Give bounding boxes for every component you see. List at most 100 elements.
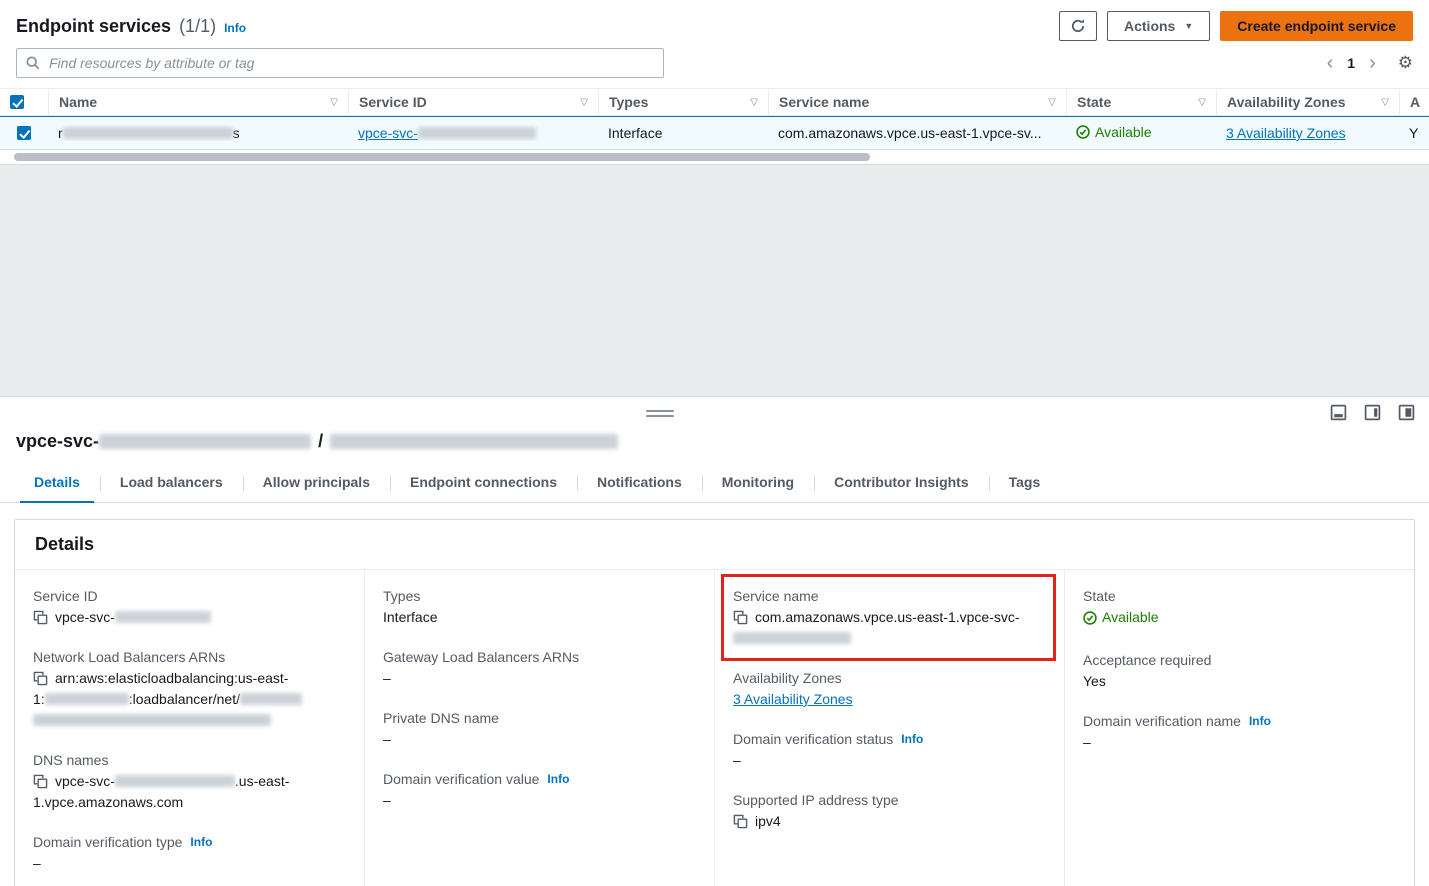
availability-zones-link[interactable]: 3 Availability Zones <box>1226 125 1346 141</box>
page-header: Endpoint services (1/1) Info Actions ▼ C… <box>0 0 1429 46</box>
row-checkbox[interactable] <box>17 126 31 140</box>
tab-allow-principals[interactable]: Allow principals <box>243 464 390 502</box>
actions-dropdown-button[interactable]: Actions ▼ <box>1107 11 1210 41</box>
tab-details[interactable]: Details <box>14 464 100 502</box>
copy-icon[interactable] <box>33 610 48 625</box>
tab-monitoring[interactable]: Monitoring <box>702 464 814 502</box>
status-available-badge: Available <box>1083 607 1159 628</box>
table-row[interactable]: rs vpce-svc- Interface com.amazonaws.vpc… <box>0 116 1429 150</box>
sort-icon: ▽ <box>330 97 338 108</box>
field-availability-zones: Availability Zones 3 Availability Zones <box>733 668 1044 710</box>
column-header-service-name[interactable]: Service name▽ <box>768 89 1066 115</box>
create-label: Create endpoint service <box>1237 18 1396 34</box>
detail-tabs: Details Load balancers Allow principals … <box>0 460 1429 503</box>
scrollbar-thumb[interactable] <box>14 153 870 161</box>
details-column-4: State Available Acceptance required Yes <box>1064 570 1414 886</box>
cell-state: Available <box>1066 124 1216 142</box>
copy-icon[interactable] <box>733 814 748 829</box>
page-background-gap <box>0 164 1429 396</box>
details-card: Details Service ID vpce-svc- Network Loa… <box>14 519 1415 886</box>
details-column-3: Service name com.amazonaws.vpce.us-east-… <box>714 570 1064 886</box>
info-link[interactable]: Info <box>547 769 569 789</box>
current-page-button[interactable]: 1 <box>1347 55 1355 71</box>
info-link[interactable]: Info <box>190 832 212 852</box>
availability-zones-link[interactable]: 3 Availability Zones <box>733 691 853 707</box>
redacted-text <box>115 775 235 787</box>
cell-service-name: com.amazonaws.vpce.us-east-1.vpce-sv... <box>768 125 1066 141</box>
field-domain-verification-status: Domain verification statusInfo – <box>733 729 1044 771</box>
endpoint-services-list-panel: Endpoint services (1/1) Info Actions ▼ C… <box>0 0 1429 164</box>
panel-position-side-button[interactable] <box>1364 404 1381 421</box>
endpoint-services-table: Name▽ Service ID▽ Types▽ Service name▽ S… <box>0 88 1429 164</box>
refresh-button[interactable] <box>1059 11 1097 41</box>
next-page-button[interactable]: › <box>1369 53 1376 73</box>
copy-icon[interactable] <box>33 774 48 789</box>
previous-page-button[interactable]: ‹ <box>1327 53 1334 73</box>
page-title: Endpoint services <box>16 16 171 37</box>
field-dns-names: DNS names vpce-svc-.us-east- 1.vpce.amaz… <box>33 750 344 813</box>
tab-tags[interactable]: Tags <box>989 464 1061 502</box>
column-header-state[interactable]: State▽ <box>1066 89 1216 115</box>
panel-bottom-icon <box>1330 404 1347 421</box>
field-private-dns-name: Private DNS name – <box>383 708 694 750</box>
field-gateway-load-balancer-arns: Gateway Load Balancers ARNs – <box>383 647 694 689</box>
cell-service-id: vpce-svc- <box>348 125 598 141</box>
tab-contributor-insights[interactable]: Contributor Insights <box>814 464 989 502</box>
selected-resource-title: vpce-svc- / <box>0 431 1429 460</box>
column-header-availability-zones[interactable]: Availability Zones▽ <box>1216 89 1399 115</box>
search-icon <box>26 56 40 73</box>
search-input[interactable] <box>16 48 664 78</box>
refresh-icon <box>1070 18 1086 34</box>
redacted-text <box>240 693 302 705</box>
row-select-cell <box>0 126 48 140</box>
panel-maximize-icon <box>1398 404 1415 421</box>
info-link[interactable]: Info <box>224 21 246 35</box>
cell-name: rs <box>48 125 348 141</box>
actions-label: Actions <box>1124 18 1175 34</box>
field-domain-verification-name: Domain verification nameInfo – <box>1083 711 1394 753</box>
panel-side-icon <box>1364 404 1381 421</box>
panel-resize-handle[interactable] <box>646 410 674 420</box>
search-box <box>16 48 664 78</box>
table-header-row: Name▽ Service ID▽ Types▽ Service name▽ S… <box>0 88 1429 116</box>
redacted-text <box>63 127 233 139</box>
tab-load-balancers[interactable]: Load balancers <box>100 464 243 502</box>
redacted-text <box>115 611 211 623</box>
column-header-name[interactable]: Name▽ <box>48 89 348 115</box>
column-header-acceptance[interactable]: A <box>1399 89 1429 115</box>
header-actions: Actions ▼ Create endpoint service <box>1059 11 1413 41</box>
select-all-checkbox[interactable] <box>10 95 24 109</box>
pagination: ‹ 1 › ⚙ <box>1327 53 1413 73</box>
column-header-types[interactable]: Types▽ <box>598 89 768 115</box>
check-circle-icon <box>1076 125 1090 139</box>
create-endpoint-service-button[interactable]: Create endpoint service <box>1220 11 1413 41</box>
redacted-text <box>45 693 129 705</box>
sort-icon: ▽ <box>1381 97 1389 108</box>
table-toolbar: ‹ 1 › ⚙ <box>0 46 1429 88</box>
sort-icon: ▽ <box>750 97 758 108</box>
cell-availability-zones: 3 Availability Zones <box>1216 125 1399 141</box>
details-column-1: Service ID vpce-svc- Network Load Balanc… <box>15 570 364 886</box>
copy-icon[interactable] <box>33 671 48 686</box>
service-id-link[interactable]: vpce-svc- <box>358 125 536 141</box>
sort-icon: ▽ <box>580 97 588 108</box>
panel-maximize-button[interactable] <box>1398 404 1415 421</box>
cell-acceptance: Y <box>1399 125 1429 141</box>
column-header-service-id[interactable]: Service ID▽ <box>348 89 598 115</box>
redacted-text <box>418 127 536 139</box>
redacted-text <box>330 434 618 449</box>
details-column-2: Types Interface Gateway Load Balancers A… <box>364 570 714 886</box>
panel-position-bottom-button[interactable] <box>1330 404 1347 421</box>
tab-notifications[interactable]: Notifications <box>577 464 702 502</box>
copy-icon[interactable] <box>733 610 748 625</box>
info-link[interactable]: Info <box>1249 711 1271 731</box>
field-network-load-balancer-arns: Network Load Balancers ARNs arn:aws:elas… <box>33 647 344 731</box>
info-link[interactable]: Info <box>901 729 923 749</box>
split-panel: vpce-svc- / Details Load balancers Allow… <box>0 396 1429 886</box>
field-domain-verification-type: Domain verification typeInfo – <box>33 832 344 874</box>
field-acceptance-required: Acceptance required Yes <box>1083 650 1394 692</box>
tab-endpoint-connections[interactable]: Endpoint connections <box>390 464 577 502</box>
select-all-cell <box>0 89 48 115</box>
preferences-gear-icon[interactable]: ⚙ <box>1398 53 1413 73</box>
field-service-name-highlighted: Service name com.amazonaws.vpce.us-east-… <box>733 586 1044 649</box>
